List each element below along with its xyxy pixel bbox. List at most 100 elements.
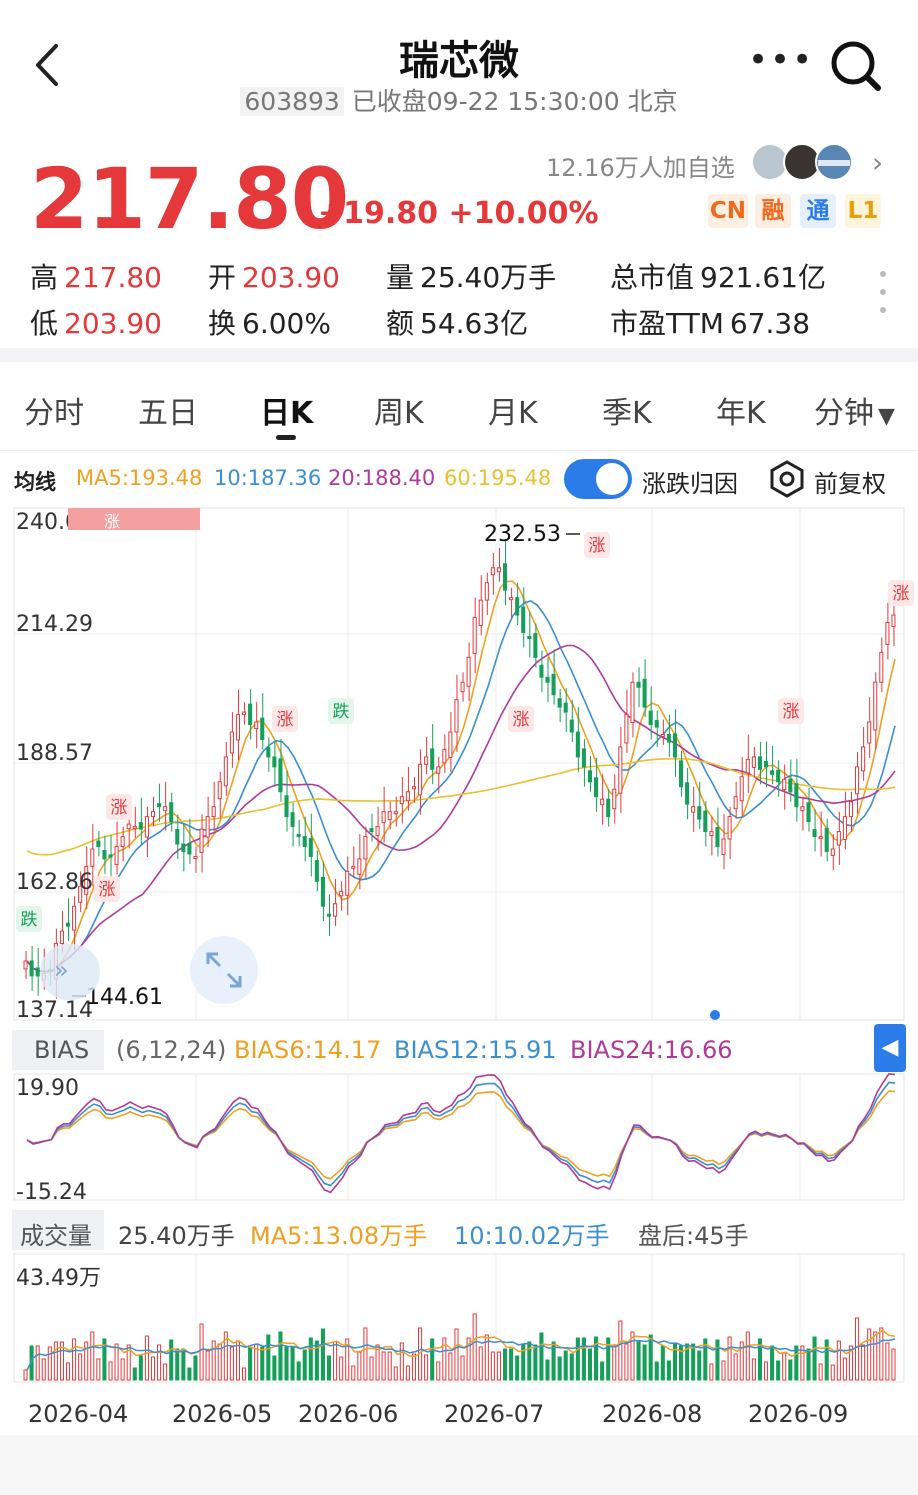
candle-body <box>551 673 556 696</box>
main-panel-frame <box>13 507 905 1021</box>
candle-body <box>521 606 526 633</box>
volume-bar <box>727 1336 732 1381</box>
candle-body <box>509 597 514 601</box>
tab-five-day[interactable]: 五日 <box>138 388 198 432</box>
fullscreen-button[interactable] <box>190 936 258 1004</box>
volume-bar <box>96 1358 101 1381</box>
bias-panel-frame <box>13 1073 905 1201</box>
market-status: 已收盘09-22 15:30:00 北京 <box>351 87 678 116</box>
volume-bar <box>715 1339 720 1381</box>
volume-bar <box>235 1340 241 1381</box>
x-label-2: 2026-06 <box>298 1400 399 1428</box>
candle-body <box>448 731 453 758</box>
candle-body <box>363 836 368 860</box>
candle-body <box>132 826 137 830</box>
volume-bar <box>175 1348 180 1381</box>
volume-bar <box>23 1369 28 1381</box>
watchers-count[interactable]: 12.16万人加自选 <box>546 148 735 183</box>
volume-bar <box>472 1313 477 1381</box>
badge-margin[interactable]: 融 <box>755 194 791 228</box>
tab-minute[interactable]: 分钟 ▼ <box>814 388 895 432</box>
volume-bar <box>867 1328 872 1381</box>
volume-bar <box>308 1337 313 1381</box>
badge-cn[interactable]: CN <box>708 194 748 228</box>
volume-bar <box>563 1350 568 1381</box>
expand-icon <box>206 952 242 988</box>
volume-bar <box>296 1361 301 1381</box>
y-tick-4: 137.14 <box>16 998 93 1023</box>
tab-intraday[interactable]: 分时 <box>24 388 84 432</box>
event-marker: 涨 <box>783 702 800 722</box>
more-button[interactable]: ••• <box>748 40 814 80</box>
watcher-avatars[interactable] <box>750 142 860 182</box>
volume-bar <box>217 1343 222 1381</box>
ma10-line <box>26 600 896 973</box>
stats-more-icon[interactable] <box>878 268 888 318</box>
volume-bar <box>830 1364 835 1381</box>
volume-bar <box>193 1355 198 1381</box>
candle-body <box>411 786 417 790</box>
candle-body <box>873 681 878 731</box>
tab-quarterly-k[interactable]: 季K <box>602 388 652 432</box>
candle-body <box>891 614 896 628</box>
candle-body <box>800 806 805 812</box>
volume-bar <box>575 1337 580 1381</box>
bias-lines <box>26 1072 896 1194</box>
volume-axis-top: 43.49万 <box>16 1266 101 1291</box>
tab-yearly-k[interactable]: 年K <box>716 388 766 432</box>
volume-bar <box>284 1346 289 1381</box>
candle-body <box>757 756 762 770</box>
chart-labels: 涨涨涨 涨涨涨涨跌跌 <box>16 532 914 997</box>
tab-daily-k[interactable]: 日K <box>260 388 313 432</box>
volume-bar <box>648 1334 653 1381</box>
candle-body <box>436 766 441 774</box>
scroll-left-button[interactable]: » <box>40 944 100 1000</box>
collapse-panel-button[interactable]: ◀ <box>874 1024 906 1072</box>
volume-bar <box>399 1342 404 1381</box>
volume-bar <box>430 1338 435 1381</box>
search-button[interactable] <box>828 38 884 94</box>
candle-body <box>375 826 380 837</box>
volume-bar <box>393 1366 398 1381</box>
candle-body <box>660 734 665 738</box>
candle-body <box>745 758 750 774</box>
volume-bar <box>709 1363 714 1381</box>
candle-body <box>812 829 817 838</box>
candle-body <box>393 811 398 815</box>
candle-body <box>563 702 568 713</box>
stat-open: 开 203.90 <box>208 261 340 294</box>
volume-bar <box>842 1357 847 1381</box>
chevron-right-icon[interactable]: › <box>872 146 883 179</box>
badge-connect[interactable]: 通 <box>800 194 836 228</box>
candle-body <box>533 632 538 658</box>
settings-hex-icon[interactable] <box>768 460 806 498</box>
candle-body <box>460 681 465 693</box>
candle-body <box>187 843 192 855</box>
candle-body <box>345 870 350 896</box>
stat-amount: 额 54.63亿 <box>386 307 529 340</box>
kline-chart[interactable]: 涨涨涨 涨涨涨涨跌跌 <box>0 500 918 1435</box>
volume-bar <box>41 1358 46 1381</box>
badge-l1[interactable]: L1 <box>845 194 881 228</box>
candle-body <box>587 770 593 783</box>
volume-bar <box>290 1346 295 1381</box>
volume-bar <box>108 1361 113 1381</box>
tab-weekly-k[interactable]: 周K <box>374 388 424 432</box>
tab-monthly-k[interactable]: 月K <box>488 388 538 432</box>
volume-bar <box>612 1344 617 1381</box>
candle-body <box>163 806 168 812</box>
volume-bar <box>557 1356 562 1381</box>
candle-body <box>733 796 738 810</box>
candle-body <box>770 770 775 775</box>
stat-pe: 市盈TTM 67.38 <box>610 307 811 340</box>
volume-bar <box>272 1355 277 1381</box>
volume-bar <box>818 1363 823 1381</box>
candle-body <box>35 967 40 977</box>
candle-body <box>855 766 860 795</box>
volume-bar <box>515 1355 520 1381</box>
x-label-0: 2026-04 <box>28 1400 129 1428</box>
adjust-mode-label[interactable]: 前复权 <box>814 464 886 499</box>
candle-body <box>272 756 277 768</box>
volume-bar <box>72 1338 77 1381</box>
avatar <box>783 143 821 181</box>
